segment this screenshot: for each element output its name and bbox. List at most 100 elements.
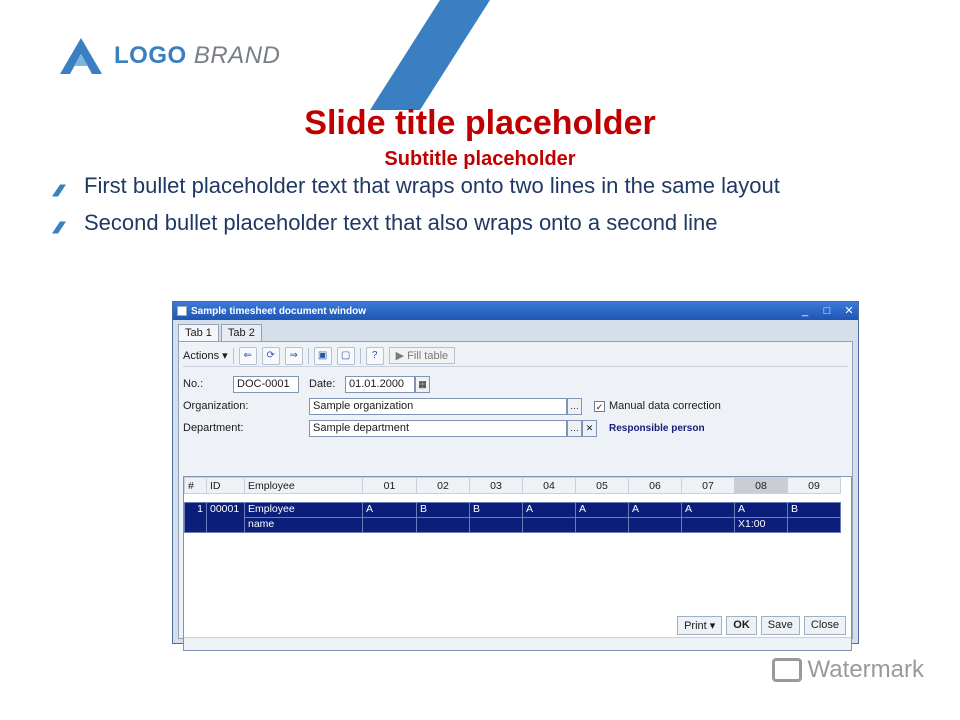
day-cell[interactable]: A [681, 502, 735, 518]
col-header-day[interactable]: 09 [787, 477, 841, 494]
row-employee-line1: Employee [244, 502, 363, 518]
bullet-list: First bullet placeholder text that wraps… [52, 170, 922, 244]
day-cell-extra[interactable]: X1:00 [734, 517, 788, 533]
day-cell-extra[interactable] [628, 517, 682, 533]
logo-mark-icon [60, 38, 102, 74]
print-button[interactable]: Print ▾ [677, 616, 723, 635]
col-header-day[interactable]: 05 [575, 477, 629, 494]
bullet-slash-icon [52, 221, 66, 234]
day-cell[interactable]: B [787, 502, 841, 518]
close-icon[interactable]: ✕ [840, 304, 858, 318]
department-field[interactable]: Sample department [309, 419, 567, 437]
department-label: Department: [183, 422, 244, 434]
organization-label: Organization: [183, 400, 249, 412]
horizontal-scrollbar[interactable] [184, 637, 851, 650]
toolbar: Actions ▾ ⇐ ⟳ ⇒ ▣ ▢ ? ▶ Fill table [183, 345, 848, 367]
timesheet-table: # ID Employee 01 02 03 04 05 06 07 08 09 [184, 477, 841, 533]
day-cell-extra[interactable] [469, 517, 523, 533]
day-cell[interactable]: A [575, 502, 629, 518]
responsible-person: Responsible person [609, 422, 705, 434]
col-header-id[interactable]: ID [206, 477, 245, 494]
day-cell[interactable]: B [469, 502, 523, 518]
brand-name: LOGO BRAND [114, 42, 280, 70]
fill-table-button[interactable]: ▶ Fill table [388, 347, 456, 364]
window-title: Sample timesheet document window [191, 305, 367, 317]
day-cell-extra[interactable] [575, 517, 629, 533]
watermark: Watermark [771, 656, 924, 684]
actions-menu[interactable]: Actions ▾ [183, 349, 228, 362]
help-icon[interactable]: ? [365, 346, 384, 365]
manual-correction-label: Manual data correction [609, 400, 721, 412]
col-header-day[interactable]: 04 [522, 477, 576, 494]
row-number: 1 [184, 502, 207, 533]
bullet-item: First bullet placeholder text that wraps… [52, 170, 922, 201]
col-header-day[interactable]: 01 [362, 477, 417, 494]
bullet-text: Second bullet placeholder text that also… [84, 210, 718, 235]
brand-name-part1: LOGO [114, 42, 187, 69]
refresh-icon[interactable]: ⟳ [261, 346, 280, 365]
number-date-row: No.: DOC-0001 Date: 01.01.2000 ▦ [183, 373, 848, 395]
date-field[interactable]: 01.01.2000 [345, 375, 415, 393]
row-id: 00001 [206, 502, 245, 533]
select-organization-button[interactable]: … [567, 397, 582, 415]
forward-icon[interactable]: ⇒ [284, 346, 303, 365]
unpost-icon[interactable]: ▢ [336, 346, 355, 365]
back-arrow-icon[interactable]: ⇐ [238, 346, 257, 365]
col-header-day[interactable]: 03 [469, 477, 523, 494]
bullet-text: First bullet placeholder text that wraps… [84, 173, 780, 198]
tab-1[interactable]: Tab 1 [178, 324, 219, 341]
brand-logo: LOGO BRAND [58, 36, 280, 76]
table-row[interactable]: 1 00001 Employee A B B A A A A A B [184, 502, 841, 533]
day-cell[interactable]: A [628, 502, 682, 518]
toolbar-divider [359, 347, 361, 364]
day-cell-extra[interactable] [787, 517, 841, 533]
calendar-icon[interactable]: ▦ [415, 375, 430, 393]
col-header-day[interactable]: 02 [416, 477, 470, 494]
bullet-slash-icon [52, 184, 66, 197]
department-row: Department: Sample department … ✕ Respon… [183, 417, 848, 439]
maximize-icon[interactable]: □ [818, 304, 836, 318]
grid-header-row: # ID Employee 01 02 03 04 05 06 07 08 09 [184, 477, 841, 494]
post-icon[interactable]: ▣ [313, 346, 332, 365]
window-titlebar[interactable]: Sample timesheet document window _ □ ✕ [173, 302, 858, 320]
tab-bar: Tab 1 Tab 2 [178, 323, 853, 341]
slide-title: Slide title placeholder [304, 104, 656, 142]
decorative-slash-icon [370, 0, 490, 110]
date-label: Date: [309, 378, 336, 390]
day-cell-extra[interactable] [416, 517, 470, 533]
slide-subtitle: Subtitle placeholder [384, 148, 576, 170]
day-cell[interactable]: A [362, 502, 417, 518]
watermark-text: Watermark [807, 656, 924, 683]
col-header-day[interactable]: 07 [681, 477, 735, 494]
day-cell[interactable]: A [522, 502, 576, 518]
day-cell[interactable]: A [734, 502, 788, 518]
col-header-day[interactable]: 08 [734, 477, 788, 494]
day-cell-extra[interactable] [362, 517, 417, 533]
col-header-employee[interactable]: Employee [244, 477, 363, 494]
save-button[interactable]: Save [760, 616, 800, 635]
ok-button[interactable]: OK [726, 616, 757, 635]
organization-row: Organization: Sample organization … ✓ Ma… [183, 395, 848, 417]
number-field[interactable]: DOC-0001 [233, 375, 299, 393]
toolbar-divider [307, 347, 309, 364]
select-department-button[interactable]: … [567, 419, 582, 437]
organization-field[interactable]: Sample organization [309, 397, 567, 415]
manual-correction-checkbox[interactable]: ✓ [594, 400, 605, 412]
day-cell-extra[interactable] [522, 517, 576, 533]
tab-2[interactable]: Tab 2 [220, 324, 262, 341]
document-window: Sample timesheet document window _ □ ✕ T… [172, 301, 859, 651]
col-header-day[interactable]: 06 [628, 477, 682, 494]
row-employee-line2: name [244, 517, 363, 533]
col-header-number[interactable]: # [184, 477, 207, 494]
table-row-continuation[interactable]: name X1:00 [185, 517, 841, 533]
bullet-item: Second bullet placeholder text that also… [52, 207, 922, 238]
tab-panel: Actions ▾ ⇐ ⟳ ⇒ ▣ ▢ ? ▶ Fill table No.: … [178, 341, 853, 651]
brand-name-part2: BRAND [193, 42, 281, 69]
close-button[interactable]: Close [803, 616, 846, 635]
day-cell[interactable]: B [416, 502, 470, 518]
watermark-icon [771, 658, 802, 682]
clear-department-icon[interactable]: ✕ [582, 419, 597, 437]
document-icon [177, 306, 187, 316]
day-cell-extra[interactable] [681, 517, 735, 533]
minimize-icon[interactable]: _ [796, 304, 814, 318]
